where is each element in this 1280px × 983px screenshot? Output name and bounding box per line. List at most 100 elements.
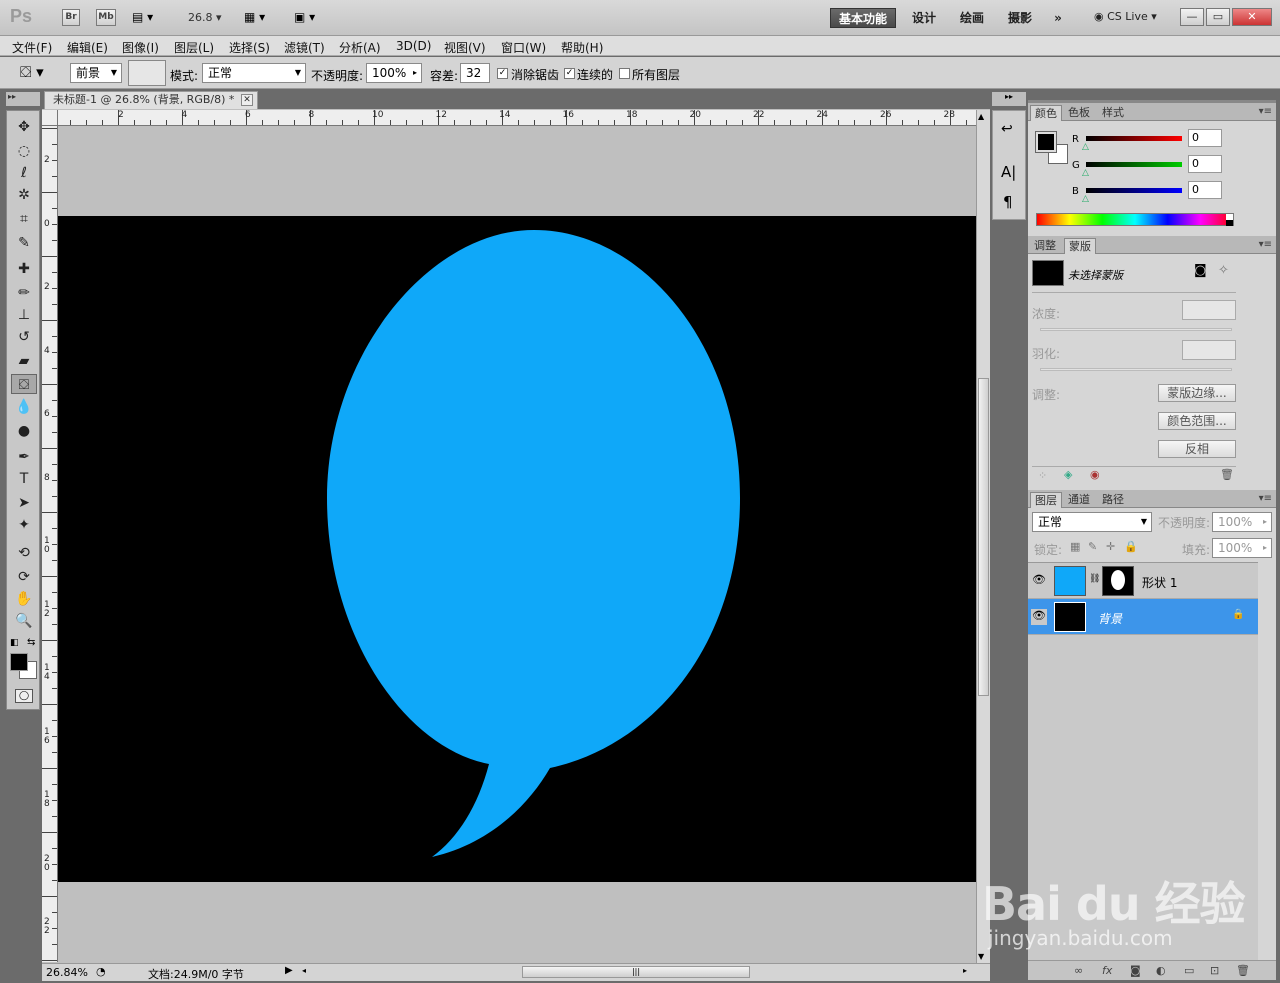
lock-all-icon[interactable]: 🔒 bbox=[1124, 540, 1138, 553]
hscroll-left-icon[interactable]: ◂ bbox=[302, 966, 306, 975]
tools-collapse-icon[interactable]: ▸▸ bbox=[6, 92, 40, 106]
layer-row-background[interactable]: 👁 背景 🔒 bbox=[1028, 599, 1258, 635]
vertical-ruler[interactable]: 20246810121416182022 bbox=[42, 126, 58, 962]
ruler-origin[interactable] bbox=[42, 110, 58, 126]
layer-row-shape1[interactable]: 👁 ⛓ 形状 1 bbox=[1028, 563, 1258, 599]
menu-view[interactable]: 视图(V) bbox=[444, 39, 486, 56]
channel-r-input[interactable]: 0 bbox=[1188, 129, 1222, 147]
contiguous-checkbox[interactable]: ✓ bbox=[564, 68, 575, 79]
menu-analysis[interactable]: 分析(A) bbox=[339, 39, 381, 56]
mode-select[interactable]: 正常 ▼ bbox=[202, 63, 306, 83]
menu-3d[interactable]: 3D(D) bbox=[396, 39, 431, 53]
character-panel-icon[interactable]: A| bbox=[1001, 163, 1016, 181]
pixel-mask-icon[interactable]: ◙ bbox=[1194, 263, 1207, 278]
chain-link-icon[interactable]: ⛓ bbox=[1089, 574, 1100, 584]
tab-paths[interactable]: 路径 bbox=[1098, 492, 1128, 508]
marquee-tool-icon[interactable]: ◌ bbox=[11, 141, 37, 161]
healing-brush-tool-icon[interactable]: ✚ bbox=[11, 259, 37, 279]
pen-tool-icon[interactable]: ✒ bbox=[11, 447, 37, 467]
hscroll-right-icon[interactable]: ▸ bbox=[963, 966, 967, 975]
workspace-photography-button[interactable]: 摄影 bbox=[998, 8, 1042, 28]
eraser-tool-icon[interactable]: ▰ bbox=[11, 351, 37, 371]
layer-fill-input[interactable]: 100% ▸ bbox=[1212, 538, 1272, 558]
menu-edit[interactable]: 编辑(E) bbox=[67, 39, 108, 56]
vector-mask-icon[interactable]: ✧ bbox=[1218, 263, 1229, 278]
add-mask-icon[interactable]: ◙ bbox=[1130, 964, 1141, 977]
quick-mask-icon[interactable]: ◯ bbox=[15, 689, 33, 703]
pattern-picker[interactable] bbox=[128, 60, 166, 86]
status-menu-arrow-icon[interactable]: ▶ bbox=[285, 965, 293, 976]
type-tool-icon[interactable]: T bbox=[11, 469, 37, 489]
hand-tool-icon[interactable]: ✋ bbox=[11, 589, 37, 609]
quick-select-tool-icon[interactable]: ✲ bbox=[11, 185, 37, 205]
swap-colors-icon[interactable]: ⇆ bbox=[27, 637, 35, 648]
arrange-documents-icon[interactable]: ▦ ▾ bbox=[244, 10, 276, 24]
tab-masks[interactable]: 蒙版 bbox=[1064, 238, 1096, 254]
opacity-input[interactable]: 100% ▸ bbox=[366, 63, 422, 83]
horizontal-ruler[interactable]: 2 4 6 8 10 12 14 16 18 20 22 24 26 28 bbox=[58, 110, 976, 126]
menu-select[interactable]: 选择(S) bbox=[229, 39, 270, 56]
brush-tool-icon[interactable]: ✏ bbox=[11, 283, 37, 303]
menu-filter[interactable]: 滤镜(T) bbox=[284, 39, 325, 56]
minibridge-button[interactable]: Mb bbox=[96, 9, 116, 26]
cs-live-button[interactable]: ◉ CS Live ▾ bbox=[1094, 10, 1157, 23]
vertical-scroll-thumb[interactable] bbox=[978, 378, 989, 696]
more-workspaces-icon[interactable]: » bbox=[1046, 8, 1070, 28]
color-range-button[interactable]: 颜色范围... bbox=[1158, 412, 1236, 430]
tab-adjustments[interactable]: 调整 bbox=[1030, 238, 1060, 254]
workspace-essentials-button[interactable]: 基本功能 bbox=[830, 8, 896, 28]
status-zoom[interactable]: 26.84% bbox=[46, 966, 88, 979]
antialias-checkbox[interactable]: ✓ bbox=[497, 68, 508, 79]
lock-pixels-icon[interactable]: ✎ bbox=[1088, 540, 1097, 553]
zoom-tool-icon[interactable]: 🔍 bbox=[11, 611, 37, 631]
tab-layers[interactable]: 图层 bbox=[1030, 492, 1062, 508]
density-input[interactable] bbox=[1182, 300, 1236, 320]
canvas[interactable] bbox=[58, 216, 976, 882]
disable-mask-icon[interactable]: ◉ bbox=[1090, 468, 1100, 481]
view-extras-icon[interactable]: ▤ ▾ bbox=[132, 10, 162, 26]
color-panel-fg-swatch[interactable] bbox=[1035, 131, 1057, 153]
channel-b-slider[interactable] bbox=[1086, 188, 1182, 193]
foreground-color-swatch[interactable] bbox=[10, 653, 28, 671]
channel-r-handle-icon[interactable]: △ bbox=[1082, 142, 1089, 152]
3d-orbit-tool-icon[interactable]: ⟳ bbox=[11, 567, 37, 587]
menu-help[interactable]: 帮助(H) bbox=[561, 39, 603, 56]
maximize-button[interactable]: ▭ bbox=[1206, 8, 1230, 26]
eyedropper-tool-icon[interactable]: ✎ bbox=[11, 233, 37, 253]
color-panel-menu-icon[interactable]: ▾≡ bbox=[1259, 106, 1272, 117]
paint-bucket-tool-icon[interactable]: ⛋ bbox=[11, 374, 37, 394]
delete-mask-icon[interactable]: 🗑 bbox=[1220, 468, 1234, 481]
link-layers-icon[interactable]: ∞ bbox=[1074, 964, 1083, 977]
channel-b-input[interactable]: 0 bbox=[1188, 181, 1222, 199]
fx-icon[interactable]: fx bbox=[1102, 964, 1112, 977]
bridge-button[interactable]: Br bbox=[62, 9, 80, 26]
tab-swatches[interactable]: 色板 bbox=[1064, 105, 1094, 121]
workspace-painting-button[interactable]: 绘画 bbox=[950, 8, 994, 28]
speech-bubble-shape[interactable] bbox=[58, 216, 976, 882]
status-icon[interactable]: ◔ bbox=[96, 965, 106, 978]
paragraph-panel-icon[interactable]: ¶ bbox=[1003, 193, 1013, 211]
load-selection-icon[interactable]: ⁘ bbox=[1038, 469, 1047, 482]
menu-file[interactable]: 文件(F) bbox=[12, 39, 52, 56]
history-panel-icon[interactable]: ↩ bbox=[1001, 121, 1013, 137]
spectrum-black-chip[interactable] bbox=[1226, 220, 1233, 226]
screen-mode-icon[interactable]: ▣ ▾ bbox=[294, 10, 326, 24]
scroll-down-icon[interactable]: ▼ bbox=[978, 952, 984, 961]
tab-styles[interactable]: 样式 bbox=[1098, 105, 1128, 121]
move-tool-icon[interactable]: ✥ bbox=[11, 117, 37, 137]
paint-bucket-preset-icon[interactable]: ⛋ ▾ bbox=[20, 63, 44, 81]
channel-r-slider[interactable] bbox=[1086, 136, 1182, 141]
zoom-level-dropdown[interactable]: 26.8 ▾ bbox=[188, 11, 230, 24]
clone-stamp-tool-icon[interactable]: ⊥ bbox=[11, 305, 37, 325]
vertical-scrollbar[interactable]: ▲ ▼ bbox=[976, 110, 990, 963]
menu-image[interactable]: 图像(I) bbox=[122, 39, 159, 56]
minimize-button[interactable]: — bbox=[1180, 8, 1204, 26]
layer-blend-mode-select[interactable]: 正常 ▼ bbox=[1032, 512, 1152, 532]
layers-panel-menu-icon[interactable]: ▾≡ bbox=[1259, 493, 1272, 504]
channel-g-input[interactable]: 0 bbox=[1188, 155, 1222, 173]
channel-g-slider[interactable] bbox=[1086, 162, 1182, 167]
menu-window[interactable]: 窗口(W) bbox=[501, 39, 546, 56]
iconstrip-collapse-icon[interactable]: ▸▸ bbox=[992, 92, 1026, 106]
all-layers-checkbox[interactable] bbox=[619, 68, 630, 79]
tolerance-input[interactable]: 32 bbox=[460, 63, 490, 83]
